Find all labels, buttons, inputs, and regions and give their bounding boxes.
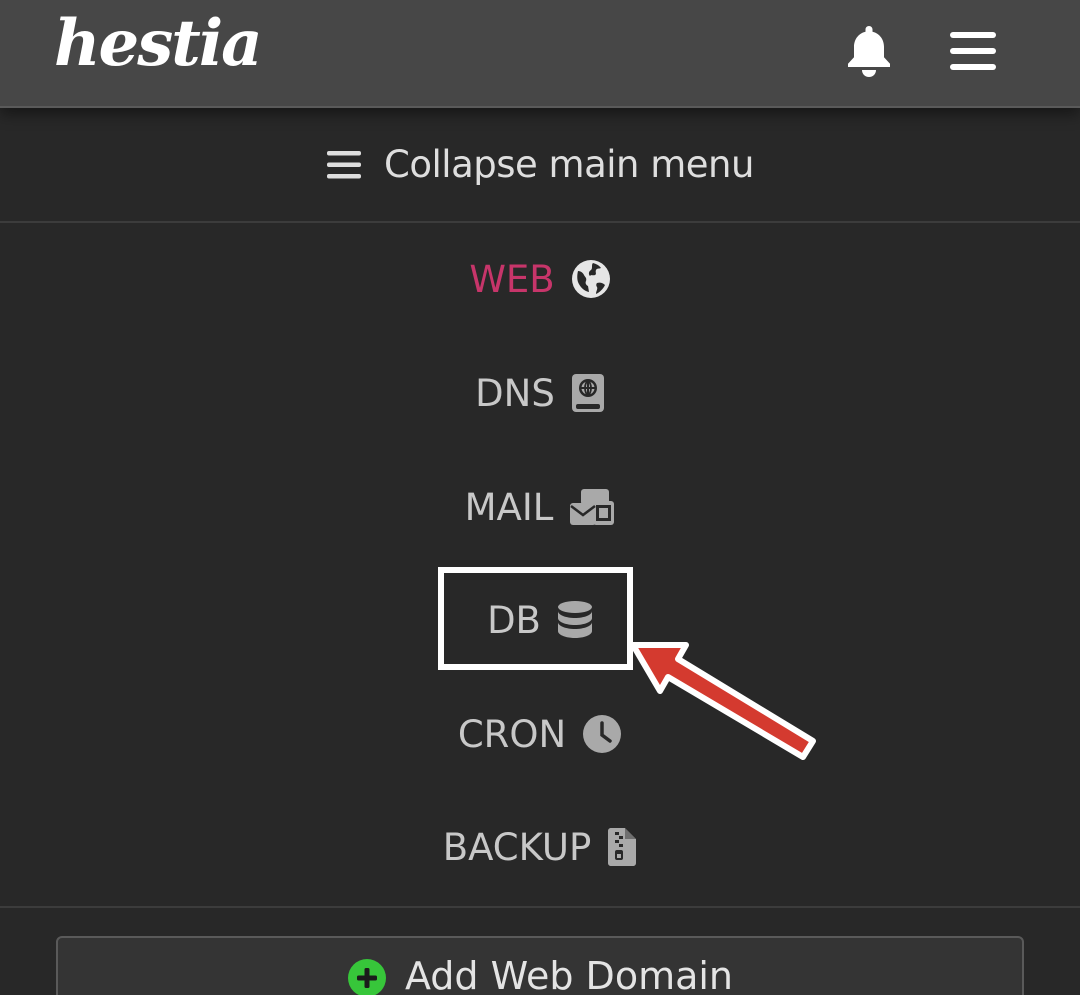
divider [0, 906, 1080, 908]
hamburger-icon[interactable] [948, 28, 998, 74]
clock-icon [583, 715, 622, 753]
file-zipper-icon [608, 828, 637, 866]
add-web-domain-button[interactable]: Add Web Domain [56, 936, 1024, 995]
menu-item-web[interactable]: WEB [0, 249, 1080, 309]
atlas-book-icon [571, 374, 604, 412]
menu-item-label: MAIL [464, 485, 554, 529]
menu-item-label: BACKUP [442, 825, 592, 869]
menu-item-label: WEB [469, 257, 555, 301]
plus-circle-icon [347, 959, 386, 995]
collapse-main-menu-label: Collapse main menu [384, 143, 754, 186]
bell-icon[interactable] [844, 24, 894, 78]
hestia-logo[interactable]: hestia [54, 6, 263, 81]
database-icon [557, 601, 592, 638]
menu-item-label: DB [487, 598, 541, 642]
menu-item-dns[interactable]: DNS [0, 363, 1080, 423]
menu-item-db[interactable]: DB [0, 590, 1080, 650]
menu-item-mail[interactable]: MAIL [0, 477, 1080, 537]
top-bar: hestia [0, 0, 1080, 108]
mail-bulk-icon [570, 489, 615, 525]
menu-item-label: DNS [475, 371, 555, 415]
hamburger-icon [327, 150, 362, 178]
menu-item-label: CRON [457, 712, 567, 756]
menu-item-backup[interactable]: BACKUP [0, 817, 1080, 877]
globe-icon [571, 260, 610, 298]
menu-item-cron[interactable]: CRON [0, 704, 1080, 764]
add-web-domain-label: Add Web Domain [404, 954, 734, 995]
collapse-main-menu-button[interactable]: Collapse main menu [0, 108, 1080, 223]
